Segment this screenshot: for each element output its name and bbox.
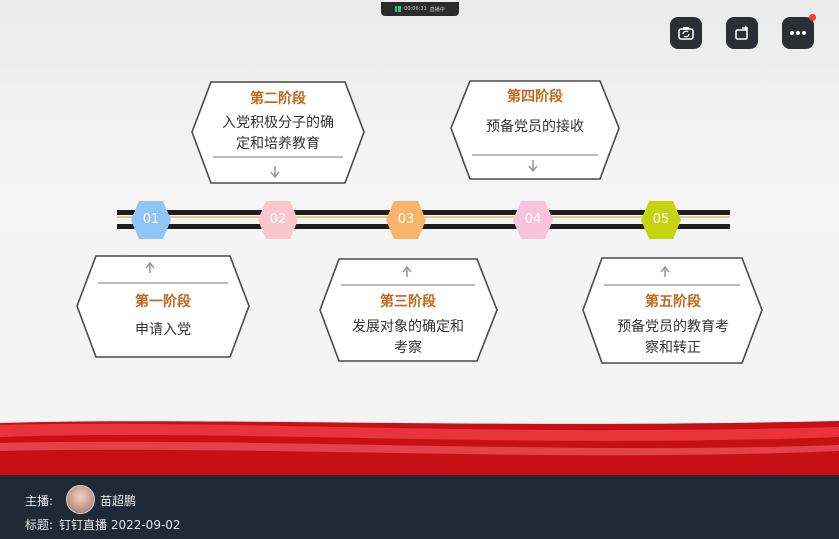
- camera-switch-icon: [678, 27, 694, 40]
- stage-5-desc-line1: 预备党员的教育考: [617, 319, 729, 335]
- stage-2-desc-line1: 入党积极分子的确: [222, 115, 334, 131]
- stage-5-desc-line2: 察和转正: [645, 340, 701, 356]
- host-name[interactable]: 苗超鹏: [100, 492, 136, 509]
- timeline-node-01-label: 01: [142, 212, 160, 227]
- rotate-screen-icon: [735, 25, 748, 40]
- stage-1-desc: 申请入党: [135, 322, 191, 338]
- timeline-node-02-label: 02: [269, 212, 287, 227]
- timeline-node-03-label: 03: [397, 212, 415, 227]
- stage-3-desc-line2: 考察: [394, 340, 422, 356]
- party-stages-diagram: [76, 80, 763, 364]
- timeline-node-05-label: 05: [652, 212, 670, 227]
- notification-dot: [809, 14, 816, 21]
- more-icon: [790, 31, 806, 35]
- more-button[interactable]: [782, 14, 816, 49]
- rotate-screen-button[interactable]: [726, 17, 758, 49]
- camera-switch-button[interactable]: [670, 17, 702, 49]
- stage-5-title: 第五阶段: [645, 294, 701, 310]
- stream-title: 钉钉直播 2022-09-02: [59, 518, 181, 532]
- stage-2-desc-line2: 定和培养教育: [236, 136, 320, 152]
- stage-1-title: 第一阶段: [135, 294, 191, 310]
- title-label: 标题:: [25, 518, 54, 532]
- red-ribbon-decoration: [0, 421, 839, 475]
- stage-4-desc: 预备党员的接收: [486, 119, 584, 135]
- stage-3-desc-line1: 发展对象的确定和: [352, 319, 464, 335]
- avatar[interactable]: [66, 485, 95, 514]
- stage-4-title: 第四阶段: [507, 89, 563, 105]
- live-stream-slide: 00:06:31 直播中 01 02 03 04 05 第一阶段 申请入党 第二…: [0, 0, 839, 475]
- timeline-node-04-label: 04: [524, 212, 542, 227]
- stage-2-title: 第二阶段: [250, 91, 306, 107]
- host-label: 主播:: [25, 494, 54, 508]
- live-info-footer: 主播: 苗超鹏 标题: 钉钉直播 2022-09-02: [0, 475, 839, 539]
- stage-3-title: 第三阶段: [380, 294, 436, 310]
